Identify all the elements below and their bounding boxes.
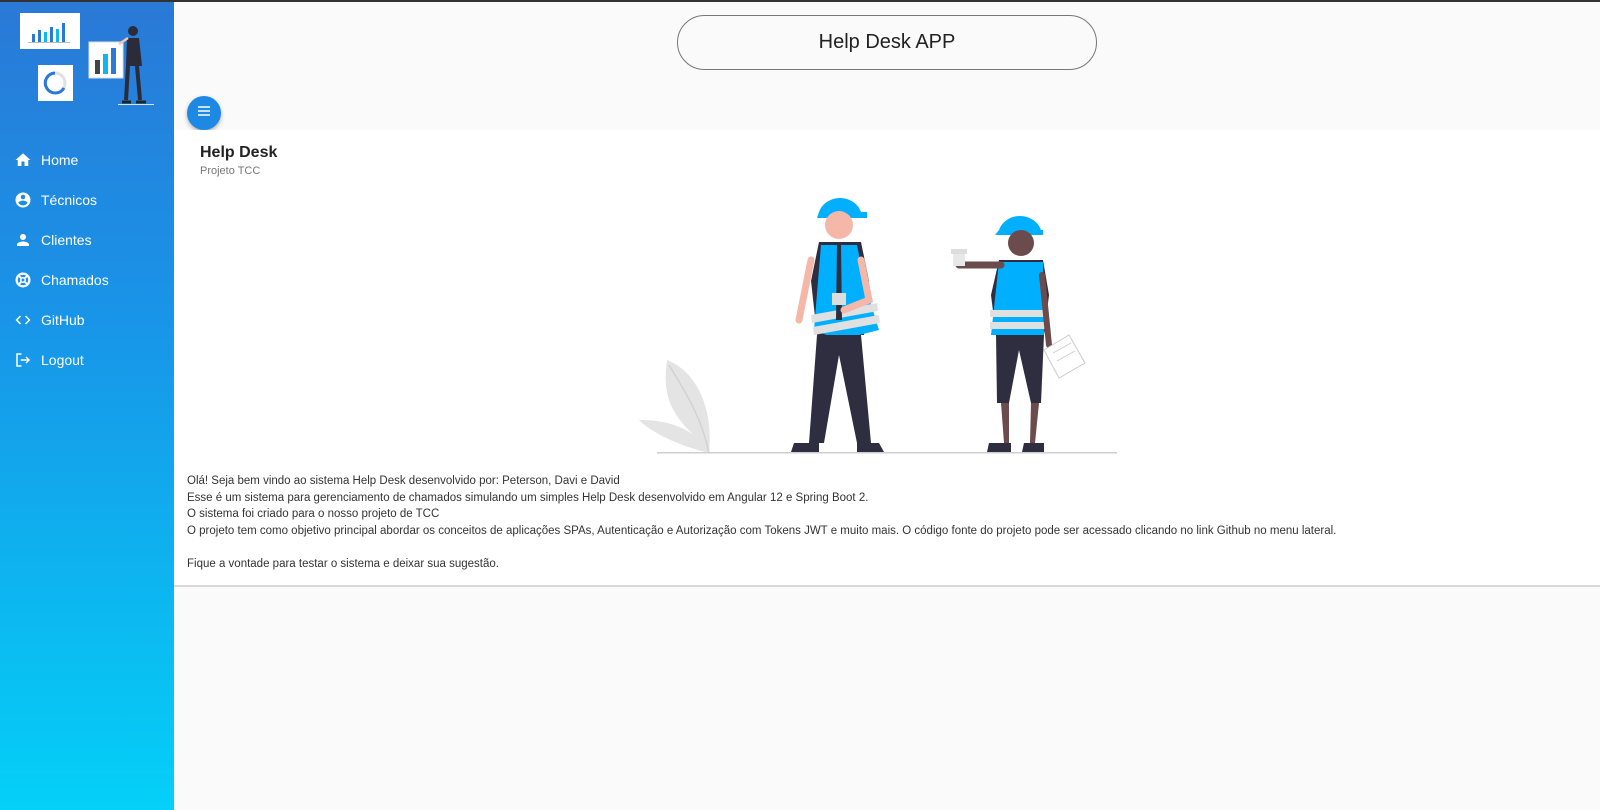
card-title: Help Desk [200,144,278,161]
sidebar: Home Técnicos Clientes Chamados GitHub L… [0,0,174,810]
sidebar-logo [0,0,174,140]
sidebar-item-home[interactable]: Home [0,140,174,180]
home-card: Help Desk Projeto TCC Olá! Seja bem vind… [174,130,1600,587]
app-title-bar: Help Desk APP [677,15,1097,70]
sidebar-item-chamados[interactable]: Chamados [0,260,174,300]
main-content: Help Desk APP Help Desk Projeto TCC Olá!… [174,0,1600,810]
sidebar-item-clientes[interactable]: Clientes [0,220,174,260]
code-icon [14,311,32,329]
person-icon [14,231,32,249]
window-top-border [0,0,1600,2]
app-title: Help Desk APP [818,31,956,53]
welcome-text: Olá! Seja bem vindo ao sistema Help Desk… [187,473,1336,573]
menu-icon [196,103,212,124]
sidebar-item-label: Clientes [41,232,92,248]
sidebar-item-logout[interactable]: Logout [0,340,174,380]
home-icon [14,151,32,169]
objective-paragraph: O projeto tem como objetivo principal ab… [187,524,1337,537]
account-circle-icon [14,191,32,209]
tcc-paragraph: O sistema foi criado para o nosso projet… [187,508,440,521]
sidebar-item-label: Técnicos [41,192,98,208]
sidebar-item-github[interactable]: GitHub [0,300,174,340]
feedback-paragraph: Fique a vontade para testar o sistema e … [187,557,499,570]
workers-illustration [639,197,1117,454]
sidebar-nav: Home Técnicos Clientes Chamados GitHub L… [0,140,174,380]
description-paragraph: Esse é um sistema para gerenciamento de … [187,491,869,504]
sidebar-item-label: Chamados [41,272,109,288]
sidebar-item-label: GitHub [41,312,85,328]
sidebar-item-tecnicos[interactable]: Técnicos [0,180,174,220]
welcome-paragraph: Olá! Seja bem vindo ao sistema Help Desk… [187,475,620,487]
sidebar-item-label: Home [41,152,79,168]
menu-toggle-button[interactable] [187,96,221,130]
dashboard-illustration [20,13,154,105]
card-subtitle: Projeto TCC [200,165,261,177]
lifebuoy-icon [14,271,32,289]
sidebar-item-label: Logout [41,352,84,368]
logout-icon [14,351,32,369]
